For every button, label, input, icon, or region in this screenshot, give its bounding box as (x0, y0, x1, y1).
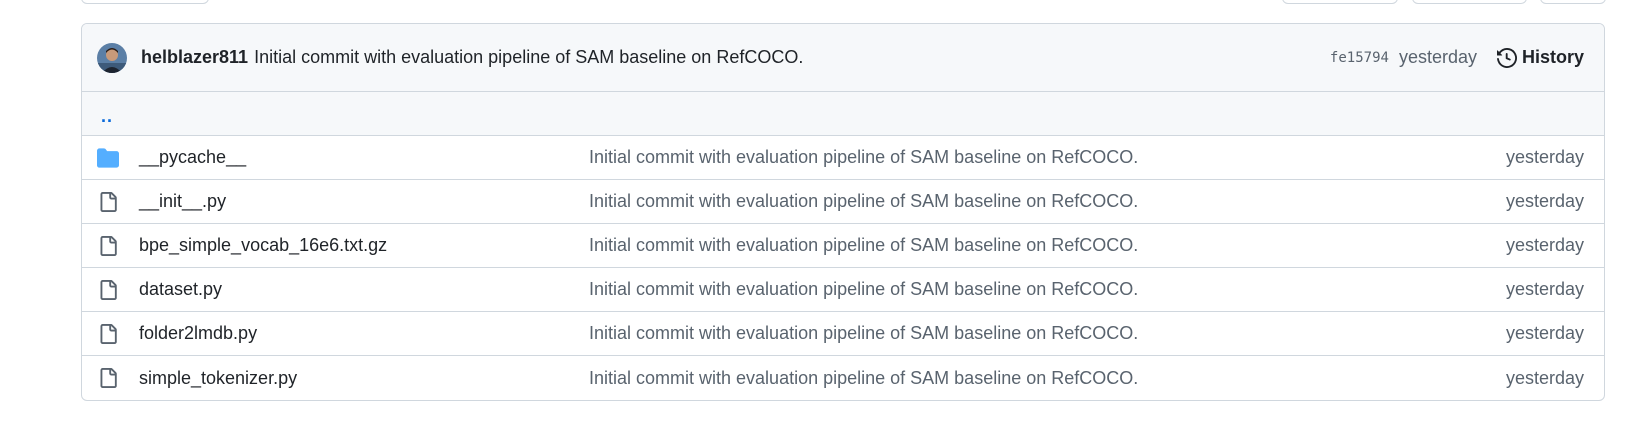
file-name-link[interactable]: __init__.py (139, 191, 589, 212)
file-row[interactable]: __pycache__ Initial commit with evaluatio… (82, 136, 1604, 180)
file-name-link[interactable]: dataset.py (139, 279, 589, 300)
commit-message[interactable]: Initial commit with evaluation pipeline … (254, 47, 803, 68)
file-commit-message[interactable]: Initial commit with evaluation pipeline … (589, 323, 1506, 344)
toolbar-button-stub[interactable] (1540, 0, 1606, 4)
file-row[interactable]: dataset.py Initial commit with evaluation… (82, 268, 1604, 312)
file-row[interactable]: bpe_simple_vocab_16e6.txt.gz Initial comm… (82, 224, 1604, 268)
file-table: helblazer811 Initial commit with evaluat… (81, 23, 1605, 401)
file-icon (96, 368, 120, 388)
commit-sha[interactable]: fe15794 (1330, 50, 1389, 66)
file-commit-message[interactable]: Initial commit with evaluation pipeline … (589, 368, 1506, 389)
toolbar-button-stub[interactable] (1412, 0, 1527, 4)
commit-meta: fe15794 yesterday History (1330, 47, 1584, 68)
file-commit-date: yesterday (1505, 235, 1584, 255)
toolbar-button-stub[interactable] (81, 0, 209, 4)
file-name-link[interactable]: bpe_simple_vocab_16e6.txt.gz (139, 235, 589, 256)
file-name-link[interactable]: __pycache__ (139, 147, 589, 168)
file-row[interactable]: folder2lmdb.py Initial commit with evalua… (82, 312, 1604, 356)
latest-commit-header: helblazer811 Initial commit with evaluat… (82, 24, 1604, 92)
file-icon (96, 279, 120, 300)
file-row[interactable]: simple_tokenizer.py Initial commit with e… (82, 356, 1604, 400)
file-commit-date: yesterday (1505, 323, 1584, 343)
file-list: __pycache__ Initial commit with evaluatio… (82, 136, 1604, 400)
file-name-link[interactable]: simple_tokenizer.py (139, 368, 589, 389)
file-row[interactable]: __init__.py Initial commit with evaluatio… (82, 180, 1604, 224)
history-label: History (1521, 47, 1584, 67)
parent-directory-row[interactable]: .. (82, 92, 1604, 136)
file-commit-date: yesterday (1505, 367, 1584, 388)
history-button[interactable]: History (1496, 47, 1584, 68)
file-name-link[interactable]: folder2lmdb.py (139, 323, 589, 344)
file-icon (96, 323, 120, 344)
folder-icon (96, 147, 120, 169)
commit-author[interactable]: helblazer811 (141, 47, 248, 68)
avatar[interactable] (97, 42, 127, 73)
file-commit-date: yesterday (1505, 191, 1584, 211)
commit-date: yesterday (1398, 47, 1477, 67)
file-commit-message[interactable]: Initial commit with evaluation pipeline … (589, 279, 1506, 300)
file-commit-date: yesterday (1505, 279, 1584, 299)
file-commit-date: yesterday (1505, 147, 1584, 167)
history-icon (1496, 47, 1517, 68)
file-commit-message[interactable]: Initial commit with evaluation pipeline … (589, 235, 1506, 256)
file-commit-message[interactable]: Initial commit with evaluation pipeline … (589, 147, 1506, 168)
file-icon (96, 191, 120, 212)
file-commit-message[interactable]: Initial commit with evaluation pipeline … (589, 191, 1506, 212)
file-icon (96, 235, 120, 256)
toolbar-button-stub[interactable] (1282, 0, 1398, 4)
toolbar-remnants (0, 0, 1645, 6)
parent-directory-link[interactable]: .. (101, 107, 113, 125)
